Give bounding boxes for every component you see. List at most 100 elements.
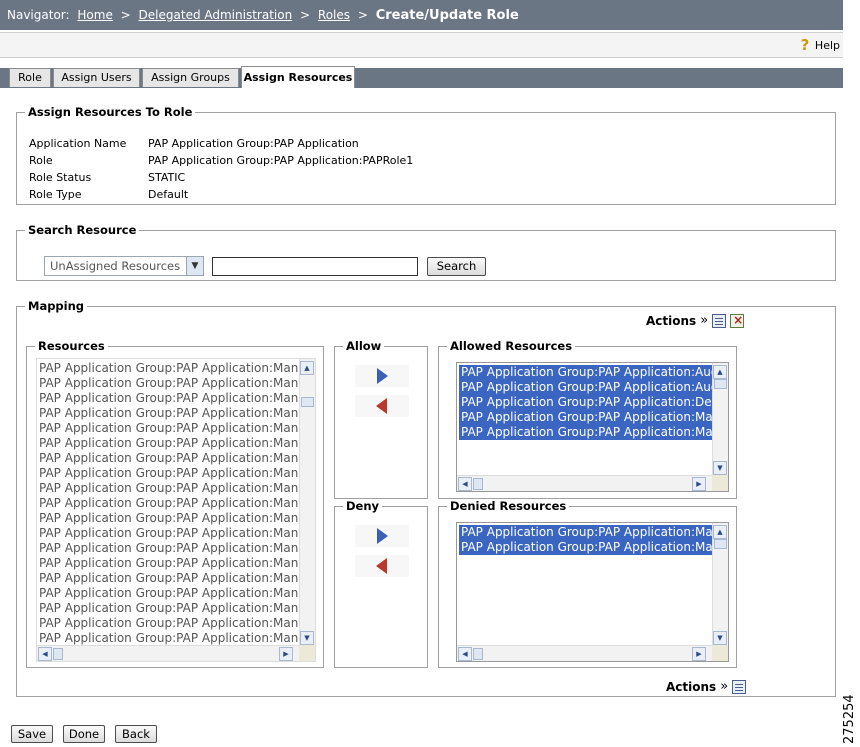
list-item[interactable]: PAP Application Group:PAP Application:Ma…	[39, 631, 315, 646]
list-item[interactable]: PAP Application Group:PAP Application:Ma…	[39, 556, 315, 571]
tab-assign-users[interactable]: Assign Users	[53, 68, 140, 87]
arrow-right-icon	[377, 368, 388, 384]
list-item[interactable]: PAP Application Group:PAP Application:Ma…	[39, 466, 315, 481]
actions-menu-bottom[interactable]: Actions »	[666, 679, 747, 694]
scroll-up-icon[interactable]: ▲	[300, 361, 314, 375]
list-item[interactable]: PAP Application Group:PAP Application:Ma…	[39, 391, 315, 406]
assign-resources-title: Assign Resources To Role	[25, 105, 196, 119]
breadcrumb-delegated-administration[interactable]: Delegated Administration	[139, 8, 293, 22]
resources-horizontal-scrollbar[interactable]: ◀ ▶	[37, 645, 301, 661]
arrow-left-icon	[376, 398, 387, 414]
allow-remove-button[interactable]	[355, 395, 409, 417]
list-item[interactable]: PAP Application Group:PAP Application:Ma…	[39, 451, 315, 466]
allowed-resources-list[interactable]: PAP Application Group:PAP Application:Au…	[456, 362, 729, 492]
scroll-down-icon[interactable]: ▼	[300, 631, 314, 645]
list-item[interactable]: PAP Application Group:PAP Application:Ma…	[39, 406, 315, 421]
search-button[interactable]: Search	[427, 257, 486, 276]
scroll-left-icon[interactable]: ◀	[458, 477, 472, 491]
list-item[interactable]: PAP Application Group:PAP Application:Ma…	[39, 511, 315, 526]
allow-add-button[interactable]	[355, 365, 409, 387]
scroll-thumb[interactable]	[714, 379, 727, 389]
breadcrumb-separator: >	[120, 8, 131, 22]
done-button[interactable]: Done	[63, 725, 105, 743]
resource-type-select[interactable]: UnAssigned Resources ▼	[44, 256, 204, 276]
allowed-vertical-scrollbar[interactable]: ▲ ▼	[712, 363, 728, 477]
scroll-thumb[interactable]	[473, 478, 483, 490]
scroll-right-icon[interactable]: ▶	[692, 647, 706, 661]
edit-icon[interactable]	[732, 679, 747, 694]
info-label: Role	[29, 154, 53, 167]
list-item[interactable]: PAP Application Group:PAP Application:Ma…	[39, 601, 315, 616]
scroll-up-icon[interactable]: ▲	[713, 365, 727, 379]
breadcrumb-roles[interactable]: Roles	[318, 8, 350, 22]
scroll-thumb[interactable]	[473, 648, 483, 660]
tab-bar: Role Assign Users Assign Groups Assign R…	[0, 66, 843, 90]
tab-assign-groups[interactable]: Assign Groups	[142, 68, 239, 87]
info-row-application-name: Application Name PAP Application Group:PA…	[29, 137, 359, 150]
list-item[interactable]: PAP Application Group:PAP Application:Au…	[459, 380, 728, 395]
scroll-corner	[712, 645, 728, 661]
resources-list[interactable]: PAP Application Group:PAP Application:Ma…	[36, 358, 316, 662]
search-input[interactable]	[212, 257, 418, 276]
scroll-left-icon[interactable]: ◀	[38, 647, 52, 661]
info-row-role-type: Role Type Default	[29, 188, 188, 201]
scroll-thumb[interactable]	[53, 648, 63, 660]
list-item[interactable]: PAP Application Group:PAP Application:Ma…	[459, 540, 728, 555]
list-item[interactable]: PAP Application Group:PAP Application:Ma…	[39, 541, 315, 556]
scroll-thumb[interactable]	[714, 539, 727, 549]
delete-icon[interactable]	[730, 313, 745, 328]
scroll-right-icon[interactable]: ▶	[279, 647, 293, 661]
list-item[interactable]: PAP Application Group:PAP Application:Ma…	[39, 586, 315, 601]
allowed-horizontal-scrollbar[interactable]: ◀ ▶	[457, 475, 714, 491]
list-item[interactable]: PAP Application Group:PAP Application:Ma…	[459, 425, 728, 440]
denied-horizontal-scrollbar[interactable]: ◀ ▶	[457, 645, 714, 661]
scroll-down-icon[interactable]: ▼	[713, 631, 727, 645]
list-item[interactable]: PAP Application Group:PAP Application:Ma…	[39, 376, 315, 391]
mapping-panel: Mapping Actions » Resources PAP Applicat…	[16, 299, 836, 697]
actions-separator: »	[720, 679, 729, 694]
search-resource-panel: Search Resource UnAssigned Resources ▼ S…	[16, 223, 836, 281]
scroll-right-icon[interactable]: ▶	[692, 477, 706, 491]
resource-type-value: UnAssigned Resources	[50, 259, 181, 273]
info-label: Application Name	[29, 137, 127, 150]
allowed-resources-title: Allowed Resources	[447, 339, 576, 353]
list-item[interactable]: PAP Application Group:PAP Application:Au…	[459, 365, 728, 380]
list-item[interactable]: PAP Application Group:PAP Application:Ma…	[39, 421, 315, 436]
help-bar: ? Help	[0, 32, 843, 58]
save-button[interactable]: Save	[11, 725, 53, 743]
help-link[interactable]: ? Help	[799, 38, 840, 53]
breadcrumb-home[interactable]: Home	[77, 8, 112, 22]
list-item[interactable]: PAP Application Group:PAP Application:Ma…	[459, 525, 728, 540]
denied-resources-panel: Denied Resources PAP Application Group:P…	[438, 499, 737, 668]
info-value: PAP Application Group:PAP Application:PA…	[148, 154, 414, 167]
chevron-down-icon[interactable]: ▼	[186, 257, 203, 275]
tab-assign-resources[interactable]: Assign Resources	[241, 66, 355, 88]
list-item[interactable]: PAP Application Group:PAP Application:De…	[459, 395, 728, 410]
list-item[interactable]: PAP Application Group:PAP Application:Ma…	[39, 361, 315, 376]
tab-role[interactable]: Role	[9, 68, 51, 87]
arrow-left-icon	[376, 558, 387, 574]
list-item[interactable]: PAP Application Group:PAP Application:Ma…	[39, 496, 315, 511]
scroll-corner	[299, 645, 315, 661]
scroll-down-icon[interactable]: ▼	[713, 461, 727, 475]
denied-vertical-scrollbar[interactable]: ▲ ▼	[712, 523, 728, 647]
list-item[interactable]: PAP Application Group:PAP Application:Ma…	[39, 436, 315, 451]
allow-panel: Allow	[334, 339, 428, 499]
list-item[interactable]: PAP Application Group:PAP Application:Ma…	[39, 616, 315, 631]
list-item[interactable]: PAP Application Group:PAP Application:Ma…	[459, 410, 728, 425]
list-item[interactable]: PAP Application Group:PAP Application:Ma…	[39, 571, 315, 586]
info-label: Role Status	[29, 171, 92, 184]
edit-icon[interactable]	[712, 313, 727, 328]
scroll-thumb[interactable]	[301, 397, 314, 407]
denied-resources-list[interactable]: PAP Application Group:PAP Application:Ma…	[456, 522, 729, 662]
info-value: Default	[148, 188, 189, 201]
deny-remove-button[interactable]	[355, 555, 409, 577]
resources-vertical-scrollbar[interactable]: ▲ ▼	[299, 359, 315, 647]
deny-add-button[interactable]	[355, 525, 409, 547]
list-item[interactable]: PAP Application Group:PAP Application:Ma…	[39, 481, 315, 496]
list-item[interactable]: PAP Application Group:PAP Application:Ma…	[39, 526, 315, 541]
actions-menu-top[interactable]: Actions »	[646, 313, 745, 328]
scroll-up-icon[interactable]: ▲	[713, 525, 727, 539]
back-button[interactable]: Back	[115, 725, 157, 743]
scroll-left-icon[interactable]: ◀	[458, 647, 472, 661]
